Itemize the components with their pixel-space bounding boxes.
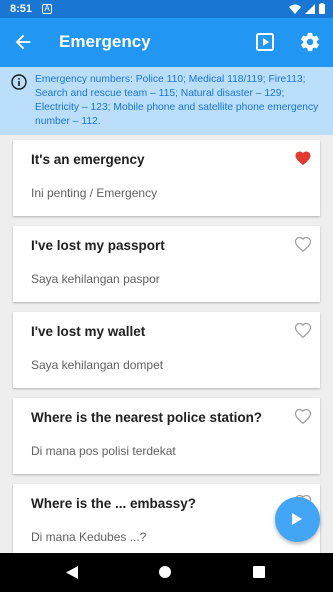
play-fab-button[interactable] xyxy=(275,497,320,542)
phrase-card[interactable]: Where is the ... embassy? Di mana Kedube… xyxy=(13,484,320,560)
page-title: Emergency xyxy=(59,32,151,51)
phrase-card[interactable]: It's an emergency Ini penting / Emergenc… xyxy=(13,140,320,216)
phrase-text: It's an emergency xyxy=(31,152,145,167)
translation-text: Di mana pos polisi terdekat xyxy=(31,444,176,458)
info-icon xyxy=(11,74,27,90)
translation-text: Di mana Kedubes ...? xyxy=(31,530,147,544)
battery-icon xyxy=(319,3,325,14)
phrase-text: Where is the nearest police station? xyxy=(31,410,263,425)
back-arrow-icon[interactable] xyxy=(12,31,34,53)
phrase-card[interactable]: I've lost my passport Saya kehilangan pa… xyxy=(13,226,320,302)
nav-recents-icon[interactable] xyxy=(253,566,265,578)
wifi-icon xyxy=(289,4,301,14)
heart-outline-icon[interactable] xyxy=(294,235,312,252)
emergency-numbers-text: Emergency numbers: Police 110; Medical 1… xyxy=(35,74,319,127)
system-nav-bar xyxy=(0,553,333,592)
phrase-text: Where is the ... embassy? xyxy=(31,496,197,511)
phrase-text: I've lost my wallet xyxy=(31,324,146,339)
translation-text: Saya kehilangan paspor xyxy=(31,272,160,286)
phrase-card[interactable]: Where is the nearest police station? Di … xyxy=(13,398,320,474)
nav-back-icon[interactable] xyxy=(66,566,78,579)
play-all-icon[interactable] xyxy=(255,32,275,52)
gear-icon[interactable] xyxy=(299,31,321,53)
status-bar: 8:51 A xyxy=(0,0,333,18)
signal-icon xyxy=(305,3,315,14)
phrase-card[interactable]: I've lost my wallet Saya kehilangan domp… xyxy=(13,312,320,388)
heart-filled-icon[interactable] xyxy=(294,149,312,166)
status-time: 8:51 xyxy=(10,3,33,15)
heart-outline-icon[interactable] xyxy=(294,407,312,424)
app-bar: Emergency xyxy=(0,18,333,67)
translation-text: Ini penting / Emergency xyxy=(31,186,158,200)
translation-text: Saya kehilangan dompet xyxy=(31,358,164,372)
info-banner: Emergency numbers: Police 110; Medical 1… xyxy=(0,67,333,135)
notification-icon: A xyxy=(42,4,52,14)
phrase-text: I've lost my passport xyxy=(31,238,165,253)
play-icon xyxy=(292,513,302,525)
nav-home-icon[interactable] xyxy=(159,566,171,578)
heart-outline-icon[interactable] xyxy=(294,321,312,338)
